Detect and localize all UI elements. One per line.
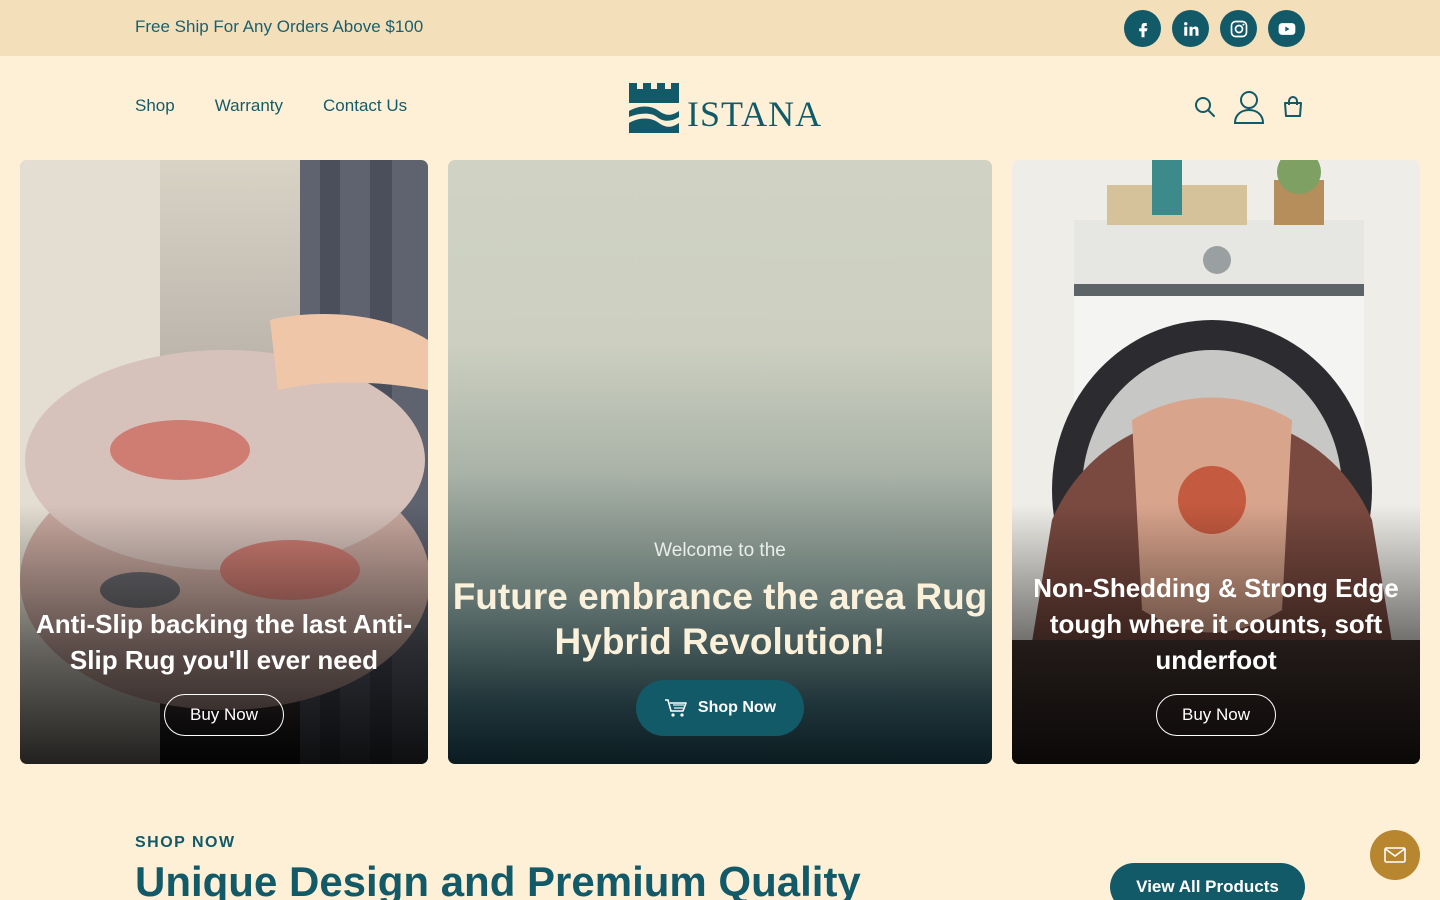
logo-wordmark: ISTANA — [687, 94, 823, 134]
hero-title: Future embrance the area Rug Hybrid Revo… — [452, 576, 988, 662]
hero-kicker: Welcome to the — [654, 540, 786, 561]
card-title: Non-Shedding & Strong Edge tough where i… — [1033, 573, 1399, 675]
buy-now-button[interactable]: Buy Now — [164, 694, 284, 736]
promo-text: Free Ship For Any Orders Above $100 — [135, 17, 424, 36]
search-icon[interactable] — [1193, 95, 1217, 119]
nav-warranty[interactable]: Warranty — [215, 96, 283, 116]
nav-contact-us[interactable]: Contact Us — [323, 96, 407, 116]
header-actions — [1193, 90, 1305, 124]
buy-now-button[interactable]: Buy Now — [1156, 694, 1276, 736]
account-icon[interactable] — [1233, 90, 1265, 124]
cart-icon[interactable] — [1281, 95, 1305, 119]
promo-card-non-shedding[interactable]: Non-Shedding & Strong Edge tough where i… — [1012, 160, 1420, 764]
hero-banner: Welcome to the Future embrance the area … — [448, 160, 992, 764]
main-menu: Shop Warranty Contact Us — [135, 96, 407, 116]
mail-icon — [1384, 847, 1406, 863]
logo-mark-icon — [629, 83, 679, 133]
shop-now-button[interactable]: Shop Now — [636, 680, 804, 736]
contact-mail-button[interactable] — [1370, 830, 1420, 880]
announcement-bar: Free Ship For Any Orders Above $100 — [0, 0, 1440, 56]
promo-card-anti-slip[interactable]: Anti-Slip backing the last Anti-Slip Rug… — [20, 160, 428, 764]
card-title: Anti-Slip backing the last Anti-Slip Rug… — [35, 609, 413, 675]
cart-icon — [664, 699, 687, 717]
section-kicker: SHOP NOW — [135, 834, 236, 851]
youtube-icon[interactable] — [1268, 10, 1305, 47]
section-title: Unique Design and Premium Quality — [135, 858, 861, 900]
linkedin-icon[interactable] — [1172, 10, 1209, 47]
view-all-products-button[interactable]: View All Products — [1110, 863, 1305, 900]
instagram-icon[interactable] — [1220, 10, 1257, 47]
nav-shop[interactable]: Shop — [135, 96, 175, 116]
social-links — [1124, 10, 1305, 47]
facebook-icon[interactable] — [1124, 10, 1161, 47]
shop-now-label: Shop Now — [697, 699, 777, 716]
site-logo[interactable]: ISTANA — [629, 83, 822, 133]
main-header: Shop Warranty Contact Us ISTANA — [0, 56, 1440, 160]
